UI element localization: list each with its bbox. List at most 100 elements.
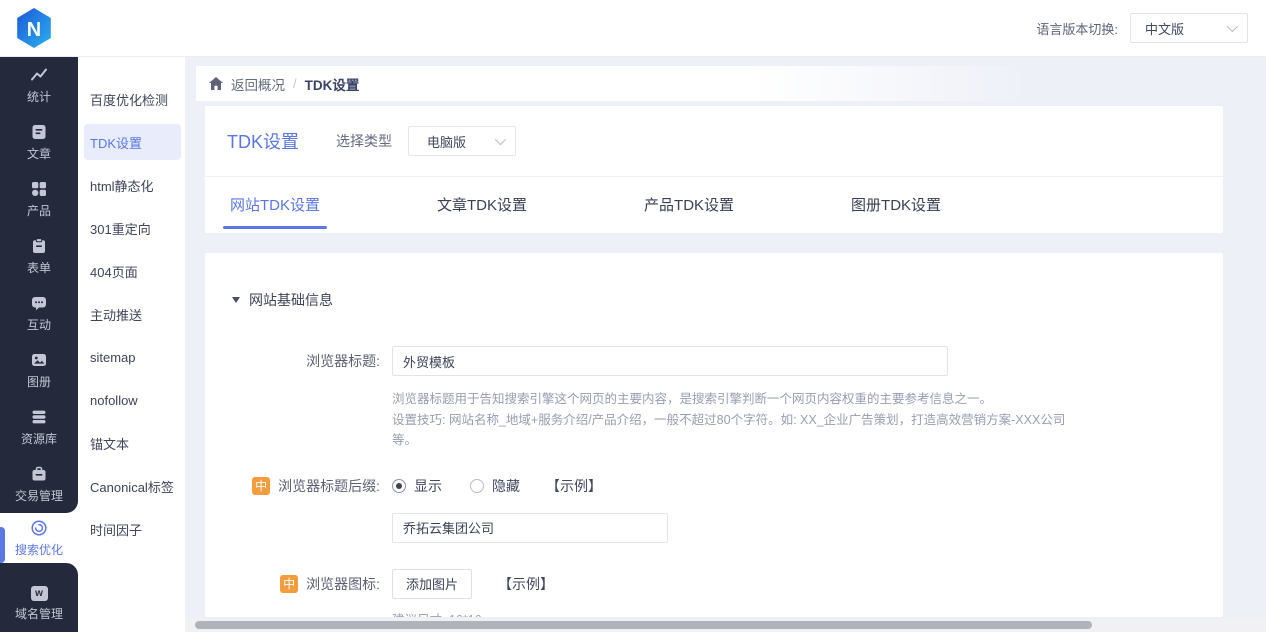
breadcrumb-separator: / xyxy=(293,76,297,91)
sidebar-item-label: 资源库 xyxy=(20,432,57,446)
type-select-value: 电脑版 xyxy=(427,134,467,150)
horizontal-scrollbar-thumb[interactable] xyxy=(195,621,1092,629)
chevron-down-icon xyxy=(1226,20,1239,33)
domain-icon: w xyxy=(30,585,48,601)
sidebar-item-label: 交易管理 xyxy=(14,489,63,503)
chat-bubble-icon xyxy=(30,294,48,312)
sidebar-item-label: 互动 xyxy=(26,318,51,332)
sidebar-item-label: 表单 xyxy=(26,261,51,275)
sidebar-item-label: 文章 xyxy=(26,147,51,161)
favicon-size-hint: 建议尺寸: 16*16px xyxy=(392,609,1223,617)
sidebar-item-label: 图册 xyxy=(26,375,51,389)
breadcrumb-current: TDK设置 xyxy=(304,77,360,93)
language-select[interactable]: 中文版 xyxy=(1130,13,1248,43)
suffix-example-link[interactable]: 【示例】 xyxy=(546,476,602,496)
horizontal-scrollbar-track[interactable] xyxy=(186,619,1266,632)
menu-item-sitemap[interactable]: sitemap xyxy=(78,336,185,379)
home-icon[interactable] xyxy=(209,77,223,90)
title-suffix-label: 中 浏览器标题后缀: xyxy=(232,476,380,496)
sidebar-item-interaction[interactable]: 互动 xyxy=(0,285,78,342)
language-label: 语言版本切换: xyxy=(1036,21,1118,37)
sidebar-item-resources[interactable]: 资源库 xyxy=(0,399,78,456)
language-switcher: 语言版本切换: 中文版 xyxy=(1036,13,1248,43)
secondary-sidebar: 百度优化检测 TDK设置 html静态化 301重定向 404页面 主动推送 s… xyxy=(78,57,186,632)
help-line-1: 浏览器标题用于告知搜索引擎这个网页的主要内容，是搜索引擎判断一个网页内容权重的主… xyxy=(392,392,993,406)
clipboard-icon xyxy=(30,237,48,255)
tab-article-tdk[interactable]: 文章TDK设置 xyxy=(437,177,527,232)
page-header-row: TDK设置 选择类型 电脑版 xyxy=(205,106,1223,176)
sidebar-item-gallery[interactable]: 图册 xyxy=(0,342,78,399)
logo-hexagon-icon: N xyxy=(17,8,51,48)
favicon-row: 中 浏览器图标: 添加图片 【示例】 xyxy=(232,568,1223,599)
sidebar-item-articles[interactable]: 文章 xyxy=(0,114,78,171)
products-grid-icon xyxy=(30,180,48,198)
sidebar-item-label: 产品 xyxy=(26,204,51,218)
help-line-2: 设置技巧: 网站名称_地域+服务介绍/产品介绍，一般不超过80个字符。如: XX… xyxy=(392,412,1066,448)
menu-item-baidu-check[interactable]: 百度优化检测 xyxy=(78,78,185,121)
stats-icon xyxy=(30,66,48,84)
section-site-basic-info[interactable]: 网站基础信息 xyxy=(232,290,1223,310)
page-title: TDK设置 xyxy=(227,132,299,152)
language-select-value: 中文版 xyxy=(1145,21,1185,37)
cn-badge: 中 xyxy=(252,476,271,495)
menu-item-time-factor[interactable]: 时间因子 xyxy=(78,508,185,551)
main-content: 返回概况 / TDK设置 TDK设置 选择类型 电脑版 网站TDK设置 文章TD… xyxy=(186,57,1266,632)
active-indicator xyxy=(0,527,5,563)
primary-sidebar: 统计 文章 产品 表单 互动 图册 资源库 交易管理 搜索优化 w 域名管理 xyxy=(0,57,78,632)
top-bar: N 语言版本切换: 中文版 xyxy=(0,0,1266,57)
sidebar-dark-top: 统计 文章 产品 表单 互动 图册 资源库 交易管理 xyxy=(0,57,78,513)
breadcrumb-back-link[interactable]: 返回概况 xyxy=(231,74,285,94)
favicon-label: 中 浏览器图标: xyxy=(232,574,380,594)
sidebar-item-label: 搜索优化 xyxy=(14,542,63,557)
breadcrumb: 返回概况 / TDK设置 xyxy=(196,66,1266,101)
type-select[interactable]: 电脑版 xyxy=(408,126,516,156)
sidebar-item-label: 域名管理 xyxy=(14,606,63,621)
suffix-value-input[interactable] xyxy=(392,512,668,543)
sidebar-item-products[interactable]: 产品 xyxy=(0,171,78,228)
tab-site-tdk[interactable]: 网站TDK设置 xyxy=(222,177,328,232)
browser-title-row: 浏览器标题: xyxy=(232,346,1223,376)
radio-dot xyxy=(392,478,406,493)
settings-form-card: 网站基础信息 浏览器标题: 浏览器标题用于告知搜索引擎这个网页的主要内容，是搜索… xyxy=(205,253,1223,617)
tab-gallery-tdk[interactable]: 图册TDK设置 xyxy=(851,177,941,232)
menu-item-nofollow[interactable]: nofollow xyxy=(78,379,185,422)
section-title: 网站基础信息 xyxy=(249,292,333,308)
gallery-icon xyxy=(30,351,48,369)
add-image-button[interactable]: 添加图片 xyxy=(392,568,473,599)
radio-dot xyxy=(470,478,484,493)
menu-item-tdk[interactable]: TDK设置 xyxy=(84,124,181,160)
suffix-value-row xyxy=(232,512,1223,543)
menu-item-301-redirect[interactable]: 301重定向 xyxy=(78,207,185,250)
app-body: 统计 文章 产品 表单 互动 图册 资源库 交易管理 搜索优化 w 域名管理 百… xyxy=(0,57,1266,632)
seo-compass-icon xyxy=(30,519,48,537)
cn-badge: 中 xyxy=(280,574,299,593)
collapse-arrow-icon xyxy=(232,297,240,303)
menu-item-404-page[interactable]: 404页面 xyxy=(78,250,185,293)
database-icon xyxy=(30,408,48,426)
title-suffix-row: 中 浏览器标题后缀: 显示 隐藏 【示例】 xyxy=(232,476,1223,496)
radio-hide[interactable]: 隐藏 xyxy=(470,476,520,496)
tab-product-tdk[interactable]: 产品TDK设置 xyxy=(644,177,734,232)
tdk-tabs: 网站TDK设置 文章TDK设置 产品TDK设置 图册TDK设置 xyxy=(205,176,1223,232)
favicon-example-link[interactable]: 【示例】 xyxy=(498,574,554,594)
menu-item-canonical[interactable]: Canonical标签 xyxy=(78,465,185,508)
sidebar-item-trade[interactable]: 交易管理 xyxy=(0,456,78,513)
sidebar-item-seo[interactable]: 搜索优化 xyxy=(0,513,78,563)
menu-item-html-static[interactable]: html静态化 xyxy=(78,164,185,207)
sidebar-item-domain[interactable]: w 域名管理 xyxy=(0,575,78,632)
menu-item-anchor-text[interactable]: 锚文本 xyxy=(78,422,185,465)
sidebar-item-forms[interactable]: 表单 xyxy=(0,228,78,285)
sidebar-item-label: 统计 xyxy=(26,90,51,104)
radio-show[interactable]: 显示 xyxy=(392,476,442,496)
browser-title-input[interactable] xyxy=(392,346,948,376)
article-icon xyxy=(30,123,48,141)
sidebar-dark-bottom: w 域名管理 xyxy=(0,563,78,632)
type-select-label: 选择类型 xyxy=(336,133,392,149)
chevron-down-icon xyxy=(494,133,507,146)
page-header-card: TDK设置 选择类型 电脑版 网站TDK设置 文章TDK设置 产品TDK设置 图… xyxy=(205,106,1223,233)
sidebar-item-stats[interactable]: 统计 xyxy=(0,57,78,114)
app-logo[interactable]: N xyxy=(12,6,56,50)
browser-title-label: 浏览器标题: xyxy=(306,353,380,369)
menu-item-push[interactable]: 主动推送 xyxy=(78,293,185,336)
browser-title-help: 浏览器标题用于告知搜索引擎这个网页的主要内容，是搜索引擎判断一个网页内容权重的主… xyxy=(392,389,1084,451)
